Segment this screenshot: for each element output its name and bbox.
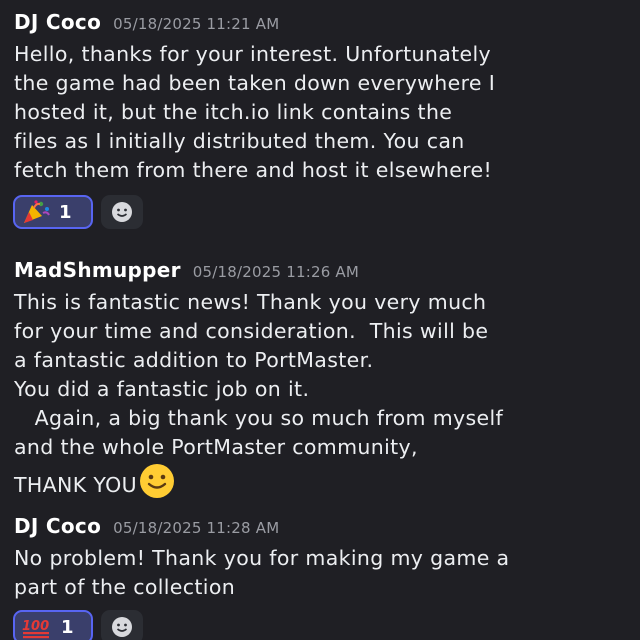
message-header: DJ Coco 05/18/2025 11:28 AM — [14, 514, 626, 544]
add-reaction-icon — [112, 617, 132, 637]
reaction-bar: 100 1 — [13, 610, 143, 640]
add-reaction-button[interactable] — [101, 610, 143, 640]
message-line: a fantastic addition to PortMaster. — [14, 348, 374, 372]
author-name[interactable]: DJ Coco — [14, 514, 101, 538]
add-reaction-button[interactable] — [101, 195, 143, 229]
message-line: This is fantastic news! Thank you very m… — [14, 290, 487, 314]
message-line: fetch them from there and host it elsewh… — [14, 158, 493, 182]
reaction-party-popper[interactable]: 1 — [13, 195, 93, 229]
message-line: Hello, thanks for your interest. Unfortu… — [14, 42, 491, 66]
message-line-last: THANK YOU — [14, 462, 626, 500]
message-line: You did a fantastic job on it. — [14, 377, 310, 401]
slightly-smiling-face-icon — [139, 464, 174, 498]
message-2: MadShmupper 05/18/2025 11:26 AM This is … — [14, 258, 626, 500]
author-name[interactable]: MadShmupper — [14, 258, 181, 282]
svg-text:100: 100 — [22, 619, 49, 634]
timestamp[interactable]: 05/18/2025 11:21 AM — [113, 15, 279, 33]
reaction-count: 1 — [61, 616, 74, 638]
reaction-count: 1 — [59, 201, 72, 223]
message-line: and the whole PortMaster community, — [14, 435, 418, 459]
message-line: No problem! Thank you for making my game… — [14, 546, 510, 570]
add-reaction-icon — [112, 202, 132, 222]
message-1: DJ Coco 05/18/2025 11:21 AM Hello, thank… — [14, 10, 626, 185]
message-line: part of the collection — [14, 575, 236, 599]
message-3: DJ Coco 05/18/2025 11:28 AM No problem! … — [14, 514, 626, 602]
message-line: files as I initially distributed them. Y… — [14, 129, 465, 153]
reaction-hundred-points[interactable]: 100 1 — [13, 610, 93, 640]
message-header: MadShmupper 05/18/2025 11:26 AM — [14, 258, 626, 288]
timestamp[interactable]: 05/18/2025 11:26 AM — [193, 263, 359, 281]
message-line: Again, a big thank you so much from myse… — [14, 406, 504, 430]
message-header: DJ Coco 05/18/2025 11:21 AM — [14, 10, 626, 40]
author-name[interactable]: DJ Coco — [14, 10, 101, 34]
message-line: hosted it, but the itch.io link contains… — [14, 100, 453, 124]
reaction-bar: 1 — [13, 195, 143, 229]
party-popper-icon — [24, 200, 50, 223]
message-line: the game had been taken down everywhere … — [14, 71, 496, 95]
timestamp[interactable]: 05/18/2025 11:28 AM — [113, 519, 279, 537]
message-line: for your time and consideration. This wi… — [14, 319, 489, 343]
hundred-points-icon: 100 — [22, 619, 49, 639]
message-text: THANK YOU — [14, 473, 137, 497]
